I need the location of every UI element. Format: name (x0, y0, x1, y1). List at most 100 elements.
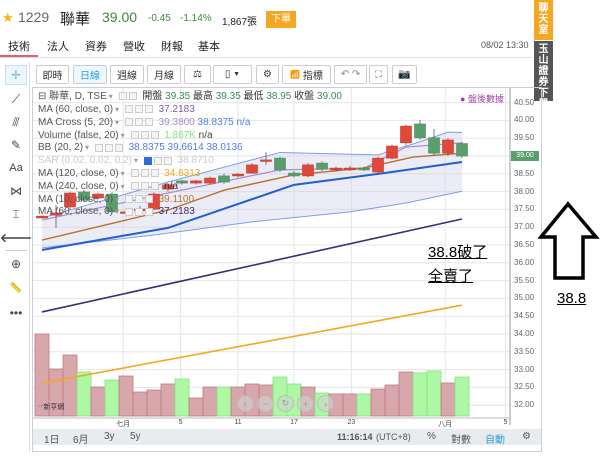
indicator-value: 38.8710 (177, 155, 214, 167)
indicator-label[interactable]: MA (60, close, 0) (38, 104, 113, 115)
legend-row: SAR (0.02, 0.02, 0.2) ▾ 38.8710 (38, 155, 214, 167)
legend-row: MA (60, close, 0) ▾ 37.2183 (38, 104, 195, 115)
indicator-label[interactable]: Volume (false, 20) (38, 130, 119, 141)
visibility-icon[interactable] (130, 130, 139, 139)
indicator-value: 38.8375 39.6614 38.0136 (128, 142, 243, 154)
range-6m[interactable]: 6月 (73, 431, 89, 446)
volume-bar (440, 382, 456, 417)
symbol-title: 聯華, D, TSE (49, 91, 107, 102)
indicator-label[interactable]: MA (120, close, 0) (38, 168, 119, 179)
bottom-settings-icon[interactable]: ⚙ (522, 431, 531, 442)
collapse-icon[interactable]: ⊟ (38, 91, 46, 102)
indicator-label[interactable]: MA (10, close, 0) (38, 194, 113, 205)
price-tick-label: 37.50 (514, 204, 535, 214)
price-tick-label: 35.50 (514, 275, 535, 285)
percent-toggle[interactable]: % (427, 431, 436, 442)
candle-body (456, 143, 468, 157)
settings-icon[interactable] (135, 207, 144, 216)
visibility-icon[interactable] (125, 118, 134, 127)
zoom-out-button[interactable]: − (257, 395, 274, 412)
visibility-icon[interactable] (130, 169, 139, 178)
settings-icon[interactable] (135, 105, 144, 114)
close-value: 39.00 (316, 91, 342, 102)
remove-icon[interactable] (115, 143, 124, 152)
volume-bar (160, 383, 176, 417)
indicator-label[interactable]: MA (60, close, 0) (38, 206, 113, 217)
candle-body (176, 180, 188, 184)
legend-row: MA (10, close, 0) ▾ 39.1100 (38, 193, 195, 205)
indicator-label[interactable]: MA Cross (5, 20) (38, 117, 113, 128)
settings-icon[interactable] (153, 156, 162, 165)
zoom-in-button[interactable]: + (297, 395, 314, 412)
indicator-label[interactable]: BB (20, 2) (38, 142, 83, 153)
remove-icon[interactable] (163, 156, 172, 165)
range-5y[interactable]: 5y (130, 431, 141, 442)
settings-icon[interactable] (105, 143, 114, 152)
auto-toggle[interactable]: 自動 (485, 431, 505, 446)
candle-body (204, 177, 216, 184)
legend-row: MA (60, close, 0) ▾ 37.2183 (38, 206, 195, 218)
volume-bar (202, 386, 218, 417)
volume-bar (356, 393, 372, 417)
reset-button[interactable]: ↻ (277, 395, 294, 412)
indicator-value: 34.8313 (164, 168, 201, 179)
remove-icon[interactable] (145, 207, 154, 216)
scroll-left-button[interactable]: ‹ (237, 395, 254, 412)
price-chart[interactable] (0, 0, 600, 457)
visibility-icon[interactable] (125, 105, 134, 114)
remove-icon[interactable] (150, 130, 159, 139)
indicator-label[interactable]: SAR (0.02, 0.02, 0.2) (38, 155, 132, 166)
indicator-value: n/a (164, 180, 179, 192)
settings-icon[interactable] (140, 130, 149, 139)
timezone: (UTC+8) (376, 432, 411, 442)
price-tick-label: 34.50 (514, 311, 535, 321)
arrow-label: 38.8 (557, 290, 587, 307)
volume-bar (90, 386, 106, 417)
after-hours-link[interactable]: ● 盤後數據 (460, 92, 504, 105)
high-value: 39.35 (215, 91, 241, 102)
remove-icon[interactable] (150, 182, 159, 191)
volume-bar (454, 376, 470, 417)
visibility-icon[interactable] (95, 143, 104, 152)
price-tick-label: 37.00 (514, 222, 535, 232)
indicator-value-2: 38.8375 n/a (197, 116, 251, 128)
annotation-broken: 38.8破了 (428, 244, 488, 261)
remove-icon[interactable] (145, 105, 154, 114)
low-label: 最低 (243, 91, 264, 102)
remove-icon[interactable] (145, 118, 154, 127)
visibility-icon[interactable] (130, 182, 139, 191)
price-tick-label: 39.50 (514, 133, 535, 143)
date-tick-label: 5 (178, 419, 183, 426)
visibility-icon[interactable] (125, 194, 134, 203)
log-toggle[interactable]: 對數 (451, 431, 471, 446)
settings-icon[interactable] (140, 169, 149, 178)
range-1d[interactable]: 1日 (44, 431, 60, 446)
up-arrow-drawing (538, 201, 600, 280)
volume-bar (62, 354, 78, 417)
volume-bar (370, 388, 386, 417)
range-3y[interactable]: 3y (104, 431, 115, 442)
indicator-value: 37.2183 (158, 206, 195, 218)
indicator-value: 1.867K (164, 129, 196, 141)
settings-icon[interactable] (140, 182, 149, 191)
candle-body (316, 162, 328, 170)
high-label: 最高 (192, 91, 213, 102)
price-tick-label: 40.50 (514, 97, 535, 107)
candle-body (428, 137, 440, 154)
indicator-label[interactable]: MA (240, close, 0) (38, 181, 119, 192)
indicator-line (41, 304, 463, 384)
volume-bar (398, 371, 414, 417)
volume-bar (132, 391, 148, 417)
candle-body (386, 145, 398, 159)
remove-icon[interactable] (145, 194, 154, 203)
scroll-right-button[interactable]: › (317, 395, 334, 412)
settings-icon[interactable] (135, 118, 144, 127)
candle-body (246, 164, 258, 174)
visibility-icon[interactable] (125, 207, 134, 216)
candle-body (274, 157, 286, 171)
visibility-icon[interactable] (143, 156, 152, 165)
price-tick-label: 35.00 (514, 293, 535, 303)
settings-icon[interactable] (135, 194, 144, 203)
date-tick-label: 七月 (116, 421, 131, 428)
remove-icon[interactable] (150, 169, 159, 178)
